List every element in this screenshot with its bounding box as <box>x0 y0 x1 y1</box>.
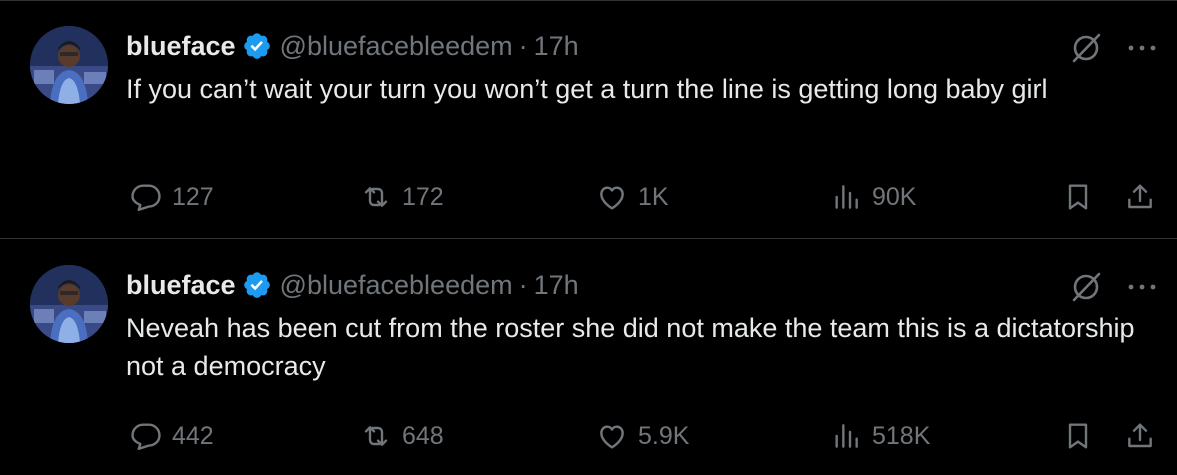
tweet-text: If you can’t wait your turn you won’t ge… <box>126 74 1048 104</box>
repost-button[interactable]: 648 <box>360 411 444 461</box>
tweet-header: blueface @bluefacebleedem · 17h <box>126 267 579 303</box>
avatar[interactable] <box>30 265 108 343</box>
reply-button[interactable]: 442 <box>130 411 214 461</box>
like-count: 5.9K <box>638 421 690 450</box>
separator-dot: · <box>518 269 528 300</box>
tweet[interactable]: blueface @bluefacebleedem · 17h Neveah h… <box>0 239 1177 475</box>
views-button[interactable]: 90K <box>830 172 916 222</box>
share-icon <box>1128 423 1152 448</box>
bookmark-icon <box>1068 423 1088 449</box>
share-icon <box>1128 184 1152 209</box>
repost-icon <box>364 187 388 207</box>
reply-icon <box>131 423 161 450</box>
author-name[interactable]: blueface <box>126 31 236 62</box>
action-bar: 127 172 1K 90K <box>0 172 1177 222</box>
repost-button[interactable]: 172 <box>360 172 444 222</box>
tweet-text: Neveah has been cut from the roster she … <box>126 313 1135 381</box>
verified-badge-icon[interactable] <box>242 270 272 300</box>
like-count: 1K <box>638 182 669 211</box>
bookmark-button[interactable] <box>1062 172 1094 222</box>
reply-count: 442 <box>172 421 214 450</box>
reply-button[interactable]: 127 <box>130 172 214 222</box>
views-button[interactable]: 518K <box>830 411 930 461</box>
like-icon <box>600 186 624 210</box>
author-handle[interactable]: @bluefacebleedem <box>280 31 513 62</box>
repost-icon <box>364 426 388 446</box>
more-icon[interactable] <box>1126 277 1158 297</box>
separator-dot: · <box>518 30 528 61</box>
like-button[interactable]: 5.9K <box>596 411 689 461</box>
avatar[interactable] <box>30 26 108 104</box>
reply-count: 127 <box>172 182 214 211</box>
action-bar: 442 648 5.9K 518K <box>0 411 1177 461</box>
like-button[interactable]: 1K <box>596 172 669 222</box>
author-handle[interactable]: @bluefacebleedem <box>280 270 513 301</box>
views-icon <box>835 424 858 448</box>
share-button[interactable] <box>1124 411 1156 461</box>
verified-badge-icon[interactable] <box>242 31 272 61</box>
bookmark-icon <box>1068 184 1088 210</box>
timestamp[interactable]: 17h <box>534 270 579 301</box>
grok-icon[interactable] <box>1068 269 1104 305</box>
repost-count: 648 <box>402 421 444 450</box>
views-icon <box>835 185 858 209</box>
reply-icon <box>131 184 161 211</box>
more-icon[interactable] <box>1126 38 1158 58</box>
bookmark-button[interactable] <box>1062 411 1094 461</box>
repost-count: 172 <box>402 182 444 211</box>
share-button[interactable] <box>1124 172 1156 222</box>
author-name[interactable]: blueface <box>126 270 236 301</box>
grok-icon[interactable] <box>1068 30 1104 66</box>
views-count: 518K <box>872 421 931 450</box>
views-count: 90K <box>872 182 917 211</box>
tweet-header: blueface @bluefacebleedem · 17h <box>126 28 579 64</box>
timestamp[interactable]: 17h <box>534 31 579 62</box>
like-icon <box>600 425 624 449</box>
tweet[interactable]: blueface @bluefacebleedem · 17h If you c… <box>0 0 1177 239</box>
